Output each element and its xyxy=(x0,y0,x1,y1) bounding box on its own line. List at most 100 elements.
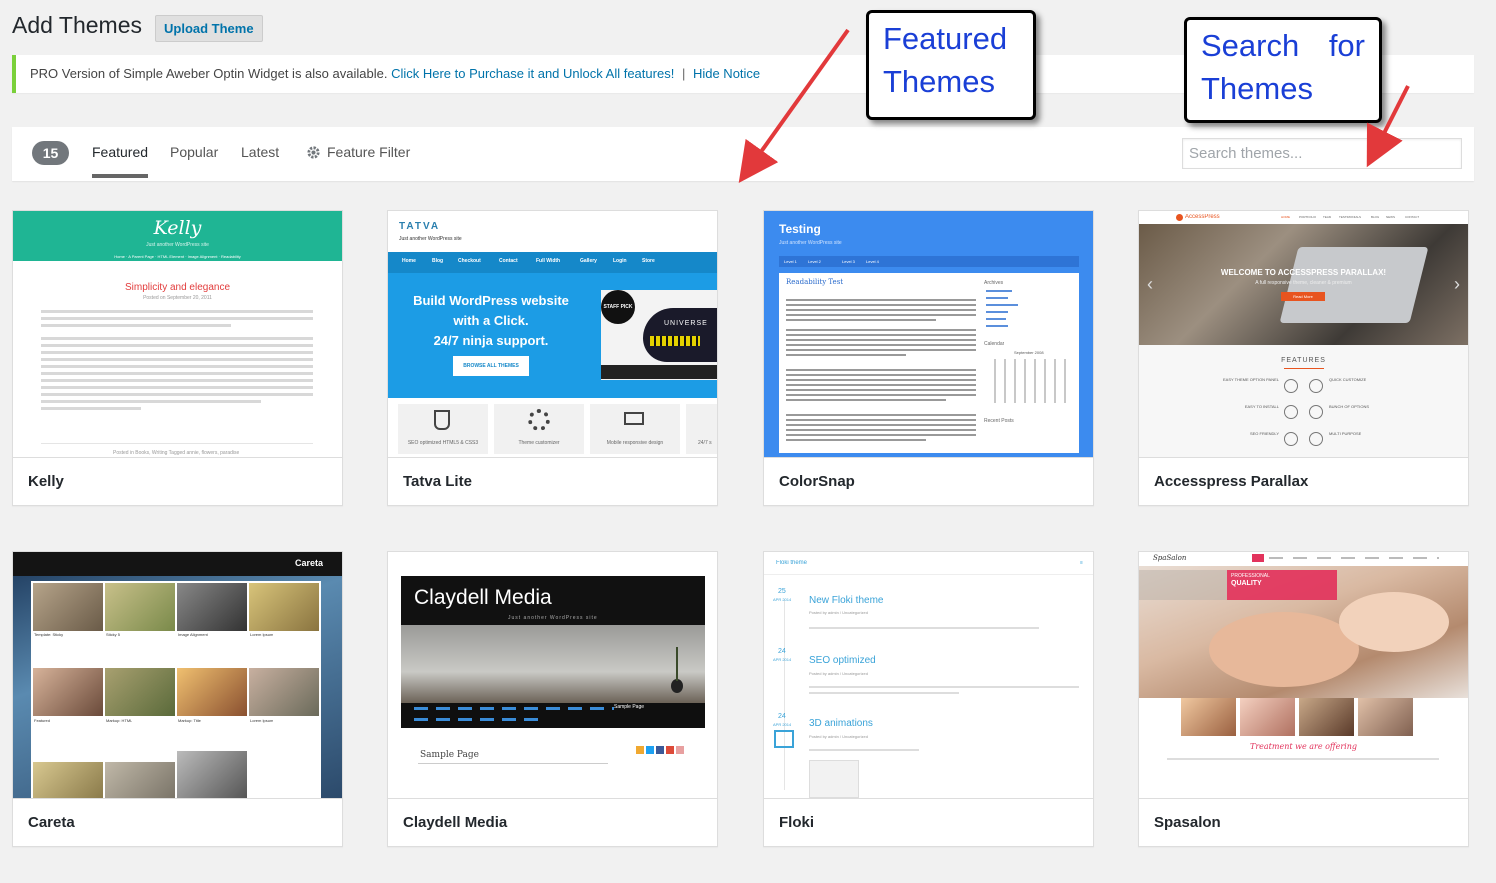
theme-screenshot[interactable]: Claydell Media Just another WordPress si… xyxy=(388,552,717,799)
colorsnap-nav-4: Level 4 xyxy=(866,259,879,264)
floki-post-1-day: 25 xyxy=(778,588,786,595)
tatva-nav-fullwidth: Full Width xyxy=(536,258,561,264)
page-title: Add Themes xyxy=(12,12,142,38)
accesspress-feature-2: QUICK CUSTOMIZE xyxy=(1329,377,1367,382)
accesspress-feature-5: SEO FRIENDLY xyxy=(1249,431,1279,436)
theme-name: Claydell Media xyxy=(403,814,508,831)
spasalon-banner-line1: PROFESSIONAL xyxy=(1231,573,1270,579)
featured-callout-line1: Featured xyxy=(883,21,1008,56)
claydell-title: Claydell Media xyxy=(414,586,552,609)
tatva-hero-line3: 24/7 ninja support. xyxy=(433,333,549,348)
theme-card-floki[interactable]: Floki theme ≡ 25 APR 2014 New Floki them… xyxy=(763,551,1094,847)
theme-name: Careta xyxy=(28,814,75,831)
tab-latest[interactable]: Latest xyxy=(241,144,279,176)
tatva-cta-button: BROWSE ALL THEMES xyxy=(453,356,529,376)
kelly-tagline: Just another WordPress site xyxy=(146,242,209,248)
tab-popular[interactable]: Popular xyxy=(170,144,218,176)
tatva-hero-line2: with a Click. xyxy=(453,313,529,328)
feature-filter-button[interactable]: Feature Filter xyxy=(306,144,410,160)
search-callout-word2: for xyxy=(1328,28,1365,63)
accesspress-feature-6: MULTI PURPOSE xyxy=(1329,431,1362,436)
theme-card-tatva-lite[interactable]: TATVA Just another WordPress site Home B… xyxy=(387,210,718,506)
accesspress-feature-4: BUNCH OF OPTIONS xyxy=(1329,404,1370,409)
tatva-tagline: Just another WordPress site xyxy=(399,236,462,242)
tatva-feature-2: Theme customizer xyxy=(518,440,560,446)
floki-post-3-month: APR 2014 xyxy=(773,722,792,727)
colorsnap-tagline: Just another WordPress site xyxy=(779,240,842,246)
colorsnap-recent: Recent Posts xyxy=(984,418,1014,424)
floki-post-1-title: New Floki theme xyxy=(809,595,884,606)
accesspress-nav-team: TEAM xyxy=(1323,215,1332,219)
accesspress-feature-1: EASY THEME OPTION PANEL xyxy=(1222,377,1279,382)
tatva-feature-3: Mobile responsive design xyxy=(606,440,664,446)
theme-screenshot[interactable]: AccessPress HOME PORTFOLIO TEAM TESTIMON… xyxy=(1139,211,1468,458)
theme-screenshot[interactable]: Floki theme ≡ 25 APR 2014 New Floki them… xyxy=(764,552,1093,799)
colorsnap-calendar: Calendar xyxy=(984,341,1005,347)
theme-card-claydell-media[interactable]: Claydell Media Just another WordPress si… xyxy=(387,551,718,847)
tatva-nav-login: Login xyxy=(613,258,627,264)
floki-post-2-day: 24 xyxy=(778,648,786,655)
accesspress-feature-3: EASY TO INSTALL xyxy=(1244,404,1279,409)
tab-featured[interactable]: Featured xyxy=(92,144,149,178)
tatva-video-title: UNIVERSE xyxy=(664,320,708,327)
upload-theme-button[interactable]: Upload Theme xyxy=(155,15,263,42)
theme-card-spasalon[interactable]: SpaSalon PROFESSIONAL QUALITY Treatment … xyxy=(1138,551,1469,847)
theme-count-badge: 15 xyxy=(32,141,69,165)
careta-logo: Careta xyxy=(295,558,324,568)
accesspress-nav-blog: BLOG xyxy=(1371,215,1380,219)
featured-themes-callout: Featured Themes xyxy=(866,10,1036,120)
theme-name: Floki xyxy=(779,814,815,831)
accesspress-logo: AccessPress xyxy=(1185,214,1220,220)
theme-card-accesspress-parallax[interactable]: AccessPress HOME PORTFOLIO TEAM TESTIMON… xyxy=(1138,210,1469,506)
tatva-nav-checkout: Checkout xyxy=(458,258,481,264)
tatva-nav-home: Home xyxy=(402,258,416,264)
search-callout-line1-row: Search for xyxy=(1201,24,1365,67)
search-callout-word1: Search xyxy=(1201,28,1300,63)
kelly-post-title: Simplicity and elegance xyxy=(124,282,231,293)
hide-notice-link[interactable]: Hide Notice xyxy=(693,66,760,81)
careta-caption-8: Lorem Ipsum xyxy=(250,718,274,723)
theme-screenshot[interactable]: Testing Just another WordPress site Leve… xyxy=(764,211,1093,458)
kelly-footer: Posted in Books, Writing Tagged annie, f… xyxy=(113,450,240,456)
search-themes-input[interactable] xyxy=(1182,138,1462,169)
slider-next-icon: › xyxy=(1454,274,1460,294)
theme-card-kelly[interactable]: Kelly Just another WordPress site Home ·… xyxy=(12,210,343,506)
spasalon-logo: SpaSalon xyxy=(1153,554,1187,562)
theme-screenshot[interactable]: Careta Template: Sticky Sticky 5 Image A… xyxy=(13,552,342,799)
theme-card-colorsnap[interactable]: Testing Just another WordPress site Leve… xyxy=(763,210,1094,506)
feature-filter-label: Feature Filter xyxy=(327,144,411,160)
colorsnap-nav-1: Level 1 xyxy=(784,259,797,264)
floki-post-3-meta: Posted by admin / Uncategorized xyxy=(809,734,868,739)
theme-name: Tatva Lite xyxy=(403,473,472,490)
theme-screenshot[interactable]: TATVA Just another WordPress site Home B… xyxy=(388,211,717,458)
search-themes-callout: Search for Themes xyxy=(1184,17,1382,123)
theme-screenshot[interactable]: Kelly Just another WordPress site Home ·… xyxy=(13,211,342,458)
claydell-page-title: Sample Page xyxy=(420,750,479,760)
claydell-nav-active: Sample Page xyxy=(614,704,645,710)
theme-filter-bar: 15 Featured Popular Latest Feature Filte… xyxy=(12,127,1474,181)
theme-screenshot[interactable]: SpaSalon PROFESSIONAL QUALITY Treatment … xyxy=(1139,552,1468,799)
purchase-link[interactable]: Click Here to Purchase it and Unlock All… xyxy=(391,66,674,81)
gear-icon xyxy=(307,145,320,159)
colorsnap-archives: Archives xyxy=(984,280,1004,286)
tatva-nav-store: Store xyxy=(642,258,655,264)
kelly-nav: Home · A Parent Page · HTML Element · Im… xyxy=(114,254,241,259)
careta-caption-5: Featured xyxy=(34,718,51,723)
tatva-hero-line1: Build WordPress website xyxy=(413,293,569,308)
accesspress-nav-contact: CONTACT xyxy=(1405,215,1420,219)
accesspress-read-more: Read More xyxy=(1281,292,1325,301)
tatva-feature-4: 24/7 s xyxy=(698,440,712,446)
featured-callout-line2: Themes xyxy=(883,64,995,99)
careta-caption-3: Image Alignment xyxy=(178,632,208,637)
accesspress-features-heading: FEATURES xyxy=(1281,357,1326,364)
accesspress-sub: A full responsive theme, cleaner & premi… xyxy=(1255,280,1352,286)
floki-post-3-day: 24 xyxy=(778,713,786,720)
floki-site-title: Floki theme xyxy=(776,560,808,566)
slider-prev-icon: ‹ xyxy=(1147,274,1153,294)
floki-post-2-meta: Posted by admin / Uncategorized xyxy=(809,671,868,676)
theme-card-careta[interactable]: Careta Template: Sticky Sticky 5 Image A… xyxy=(12,551,343,847)
staff-pick-badge: STAFF PICK xyxy=(601,290,635,324)
careta-caption-1: Template: Sticky xyxy=(34,632,64,637)
theme-name: Spasalon xyxy=(1154,814,1221,831)
notice-separator: | xyxy=(681,66,686,81)
